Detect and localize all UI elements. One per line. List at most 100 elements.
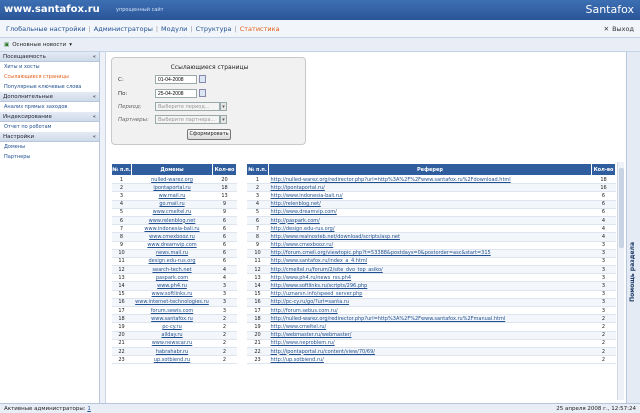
table-cell-link[interactable]: http://relenblog.net/ <box>268 200 592 209</box>
table-cell-link[interactable]: http://forum.sebus.com.ru/ <box>268 306 592 316</box>
table-cell-link[interactable]: http://ipontaportal.ru/ <box>268 183 592 193</box>
table-cell-link[interactable]: news.mail.ru <box>131 249 213 258</box>
menu-separator: | <box>234 25 237 33</box>
table-cell-link[interactable]: http://www.santafox.ru/index_a_4.html <box>268 257 592 267</box>
sidebar-section-header[interactable]: Индексирование « <box>0 112 99 122</box>
table-cell-link[interactable]: http://uznarsn.info/speed_server.php <box>268 290 592 299</box>
sidebar-section-header[interactable]: Посещаемость « <box>0 52 99 62</box>
chevron-down-icon[interactable]: ▾ <box>220 102 227 111</box>
sidebar-item[interactable]: Домены <box>0 142 99 152</box>
sidebar-item[interactable]: Хиты и хосты <box>0 62 99 72</box>
scrollbar[interactable] <box>617 162 624 400</box>
col-domains[interactable]: Домены <box>131 163 213 176</box>
table-row: 15 http://uznarsn.info/speed_server.php 3 <box>246 290 616 299</box>
news-icon: ▣ <box>4 41 10 48</box>
table-cell: 4 <box>212 265 237 275</box>
calendar-icon[interactable] <box>199 89 206 97</box>
sidebar-item[interactable]: Ссылающиеся страницы <box>0 72 99 82</box>
table-cell-link[interactable]: www.internet-technologies.ru <box>131 298 213 308</box>
table-cell-link[interactable]: http://cmeltel.ru/forum/2/site_dvo_top_a… <box>268 265 592 275</box>
generate-button[interactable]: Сформировать <box>187 129 231 140</box>
exit-button[interactable]: ✕ Выход <box>604 25 634 33</box>
sidebar-item[interactable]: Анализ прямых заходов <box>0 102 99 112</box>
table-cell-link[interactable]: http://up.sotbiend.ru/ <box>268 355 592 365</box>
exit-icon: ✕ <box>603 25 610 33</box>
table-cell-link[interactable]: ww.mail.ru <box>131 191 213 201</box>
collapse-icon[interactable]: « <box>93 54 96 60</box>
menu-item[interactable]: Глобальные настройки <box>6 25 86 33</box>
table-row: 17 http://forum.sebus.com.ru/3 <box>246 306 616 316</box>
table-row: 1 http://nulled-warez.org/redirector.php?… <box>246 175 616 185</box>
table-cell-link[interactable]: www.santafox.ru <box>131 314 213 324</box>
scroll-thumb[interactable] <box>619 168 624 248</box>
table-cell-link[interactable]: www.newscar.ru <box>131 339 213 348</box>
table-cell-link[interactable]: go.mail.ru <box>131 200 213 209</box>
collapse-icon[interactable]: « <box>93 94 96 100</box>
active-admins-count[interactable]: 1 <box>87 406 91 412</box>
news-dropdown[interactable]: Основные новости <box>12 42 66 48</box>
table-cell-link[interactable]: http://www.realnosteb.net/download/scrip… <box>268 232 592 242</box>
sidebar-item[interactable]: Популярные ключевые слова <box>0 82 99 92</box>
menu-item[interactable]: Администраторы <box>94 25 153 33</box>
collapse-icon[interactable]: « <box>93 134 96 140</box>
table-cell-link[interactable]: http://pc-cy.ru/go/?url=santa.ru <box>268 298 592 308</box>
sidebar-item[interactable]: Отчет по роботам <box>0 122 99 132</box>
sidebar-splitter[interactable] <box>100 52 106 403</box>
table-cell: 22 <box>246 347 269 357</box>
table-cell-link[interactable]: http://www.indonesia-bali.ru/ <box>268 191 592 201</box>
table-cell-link[interactable]: http://webmaster.ru/webmaster/ <box>268 331 592 340</box>
referers-table: № п.п. Реферер Кол-во 1 http://nulled-war… <box>246 163 616 365</box>
table-cell-link[interactable]: search-tech.net <box>131 265 213 275</box>
table-cell-link[interactable]: http://nulled-warez.org/redirector.php?u… <box>268 314 592 324</box>
table-cell-link[interactable]: http://www.cmexbooz.ru/ <box>268 241 592 250</box>
table-cell-link[interactable]: allday.ru <box>131 331 213 340</box>
table-row: 13 paspark.com 4 <box>111 273 237 283</box>
table-cell-link[interactable]: design.edu-rus.org <box>131 257 213 267</box>
table-cell-link[interactable]: www.indonesia-bali.ru <box>131 224 213 234</box>
table-cell-link[interactable]: www.softlinks.ru <box>131 290 213 299</box>
table-cell-link[interactable]: www.dreamvip.com <box>131 241 213 250</box>
table-cell-link[interactable]: nulled-warez.org <box>131 175 213 185</box>
table-cell-link[interactable]: pc-cy.ru <box>131 322 213 332</box>
table-cell-link[interactable]: http://www.ph4.ru/news_rss.ph4 <box>268 273 592 283</box>
table-cell-link[interactable]: paspark.com <box>131 273 213 283</box>
table-cell-link[interactable]: http://nulled-warez.org/redirector.php?u… <box>268 175 592 185</box>
table-cell-link[interactable]: http://ipontaportal.ru/content/view/70/6… <box>268 347 592 357</box>
table-cell-link[interactable]: habrahabr.ru <box>131 347 213 357</box>
to-date-input[interactable] <box>155 89 197 98</box>
table-cell: 3 <box>591 306 616 316</box>
chevron-down-icon[interactable]: ▾ <box>69 42 72 48</box>
partners-select[interactable]: Выберите партнера... <box>155 115 220 124</box>
table-cell-link[interactable]: ipontaportal.ru <box>131 183 213 193</box>
table-cell-link[interactable]: www.relenblog.net <box>131 216 213 226</box>
table-cell-link[interactable]: up.sotbiend.ru <box>131 355 213 365</box>
table-row: 14 http://www.softlinks.ru/scripts/296.ph… <box>246 281 616 291</box>
site-title[interactable]: www.santafox.ru <box>4 4 100 15</box>
menu-item[interactable]: Модули <box>161 25 187 33</box>
menu-item[interactable]: Статистика <box>240 25 280 33</box>
col-referer[interactable]: Реферер <box>268 163 592 176</box>
table-cell-link[interactable]: http://www.dreamvip.com/ <box>268 208 592 217</box>
table-cell-link[interactable]: http://www.cmeltel.ru/ <box>268 322 592 332</box>
sidebar-item[interactable]: Партнеры <box>0 152 99 162</box>
table-cell-link[interactable]: http://www.neproblem.ru/ <box>268 339 592 348</box>
collapse-icon[interactable]: « <box>93 114 96 120</box>
table-cell-link[interactable]: http://design.edu-rus.org/ <box>268 224 592 234</box>
table-cell-link[interactable]: www.ph4.ru <box>131 281 213 291</box>
chevron-down-icon[interactable]: ▾ <box>220 115 227 124</box>
table-cell-link[interactable]: www.cmexbooz.ru <box>131 232 213 242</box>
calendar-icon[interactable] <box>199 75 206 83</box>
sidebar-section-header[interactable]: Настройки « <box>0 132 99 142</box>
table-cell-link[interactable]: http://www.softlinks.ru/scripts/296.php <box>268 281 592 291</box>
menu-item[interactable]: Структура <box>196 25 232 33</box>
section-title: Индексирование <box>3 113 52 120</box>
sidebar-section-header[interactable]: Дополнительные « <box>0 92 99 102</box>
help-panel[interactable]: Помощь раздела <box>626 52 640 403</box>
table-cell-link[interactable]: www.cmeltel.ru <box>131 208 213 217</box>
from-date-input[interactable] <box>155 75 197 84</box>
period-select[interactable]: Выберите период... <box>155 102 220 111</box>
table-cell-link[interactable]: http://forum.cmeli.org/viewtopic.php?t=5… <box>268 249 592 258</box>
table-cell-link[interactable]: forum.sewis.com <box>131 306 213 316</box>
table-cell-link[interactable]: http://paspark.com/ <box>268 216 592 226</box>
active-admins: Активные администраторы: 1 <box>4 406 91 412</box>
